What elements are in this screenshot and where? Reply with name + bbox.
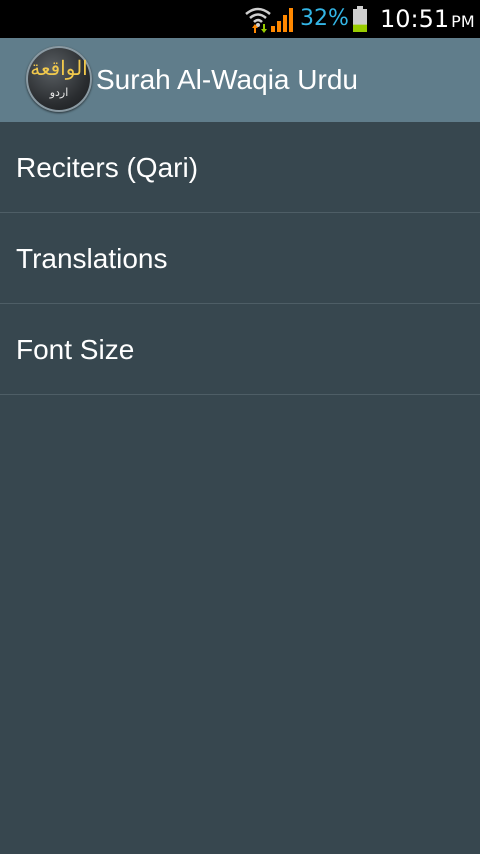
- menu-list: Reciters (Qari) Translations Font Size: [0, 122, 480, 395]
- app-title: Surah Al-Waqia Urdu: [96, 64, 358, 95]
- wifi-icon: [245, 7, 271, 33]
- clock: 10:51 PM: [380, 4, 475, 37]
- app-logo-arabic-title: الواقعة: [30, 56, 88, 80]
- app-logo-arabic-subtitle: اردو: [49, 86, 69, 99]
- menu-item-reciters[interactable]: Reciters (Qari): [0, 122, 480, 213]
- clock-time: 10:51: [380, 5, 450, 33]
- menu-item-font-size[interactable]: Font Size: [0, 304, 480, 395]
- battery-icon: [353, 6, 367, 32]
- menu-item-label: Translations: [16, 243, 168, 274]
- menu-item-label: Font Size: [16, 334, 135, 365]
- menu-item-label: Reciters (Qari): [16, 152, 199, 183]
- action-bar: الواقعة اردو Surah Al-Waqia Urdu: [0, 38, 480, 122]
- battery-percent: 32%: [300, 6, 349, 31]
- menu-item-translations[interactable]: Translations: [0, 213, 480, 304]
- clock-ampm: PM: [451, 12, 475, 31]
- signal-icon: [271, 8, 293, 32]
- status-bar: 32% 10:51 PM: [0, 0, 480, 38]
- app-logo-icon[interactable]: الواقعة اردو: [26, 46, 92, 112]
